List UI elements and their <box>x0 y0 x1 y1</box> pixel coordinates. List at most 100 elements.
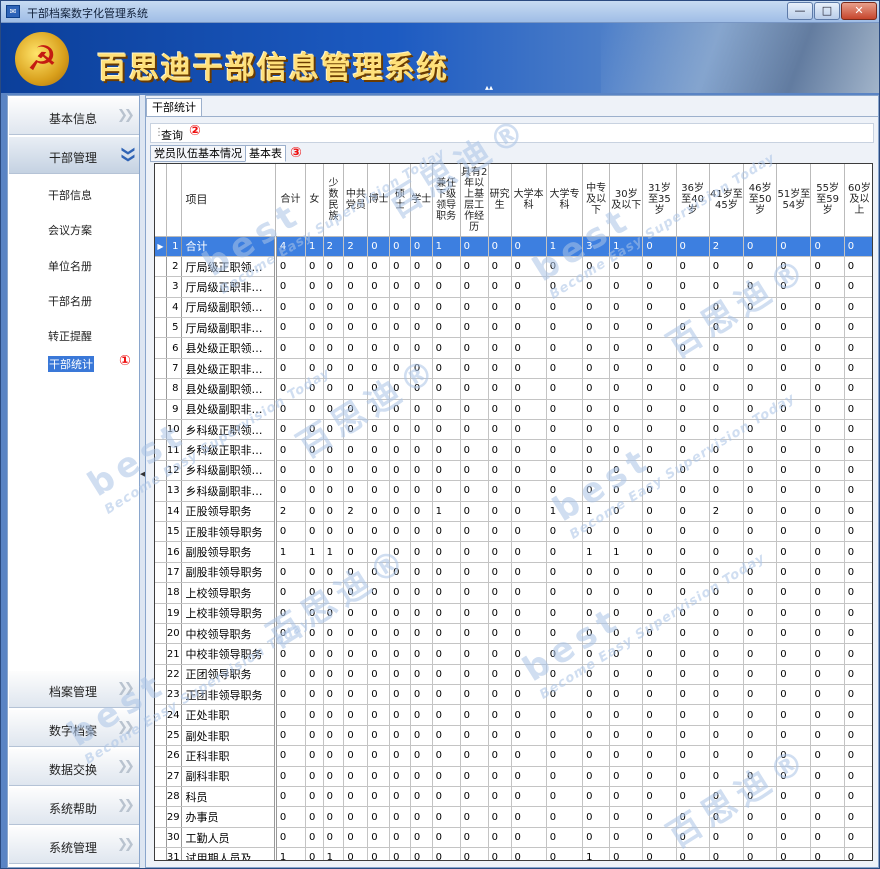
grid-cell[interactable]: 0 <box>273 745 307 767</box>
grid-cell[interactable]: 0 <box>432 603 461 624</box>
grid-cell[interactable]: 0 <box>709 358 745 380</box>
grid-cell[interactable]: 0 <box>323 317 345 339</box>
grid-cell[interactable]: 0 <box>609 745 644 767</box>
grid-cell[interactable]: 0 <box>343 419 369 441</box>
grid-cell[interactable]: 0 <box>582 480 611 502</box>
grid-cell[interactable]: 0 <box>389 501 411 522</box>
grid-cell[interactable]: 0 <box>609 337 644 359</box>
grid-cell[interactable]: 0 <box>367 521 391 543</box>
grid-cell[interactable]: 0 <box>323 460 345 482</box>
row-indicator[interactable] <box>155 317 167 339</box>
grid-cell[interactable]: 0 <box>432 684 461 706</box>
grid-cell[interactable]: 0 <box>305 501 324 522</box>
grid-cell[interactable]: 0 <box>323 623 345 645</box>
grid-cell[interactable]: 0 <box>743 460 778 482</box>
grid-cell[interactable]: 0 <box>488 480 512 502</box>
grid-cell[interactable]: 0 <box>432 582 461 604</box>
grid-cell[interactable]: 0 <box>323 297 345 319</box>
grid-cell[interactable]: 0 <box>844 317 872 339</box>
grid-cell[interactable]: 0 <box>511 603 547 624</box>
grid-cell[interactable]: 0 <box>343 378 369 400</box>
grid-cell[interactable]: 0 <box>676 704 710 726</box>
grid-cell[interactable]: 0 <box>642 725 677 747</box>
grid-cell[interactable]: 0 <box>642 766 677 788</box>
grid-cell[interactable]: 0 <box>546 766 584 788</box>
grid-cell[interactable]: 0 <box>642 399 677 421</box>
grid-cell[interactable]: 0 <box>273 378 307 400</box>
grid-cell[interactable]: 0 <box>410 603 433 624</box>
row-item-name[interactable]: 乡科级副职领… <box>181 460 276 482</box>
row-item-name[interactable]: 中校领导职务 <box>181 623 276 645</box>
grid-cell[interactable]: 0 <box>582 827 611 849</box>
grid-cell[interactable]: 0 <box>810 827 845 849</box>
grid-cell[interactable]: 0 <box>323 358 345 380</box>
row-item-name[interactable]: 副股领导职务 <box>181 541 276 563</box>
row-indicator[interactable] <box>155 378 167 400</box>
grid-cell[interactable]: 0 <box>776 256 812 278</box>
grid-cell[interactable]: 0 <box>709 786 745 808</box>
grid-cell[interactable]: 0 <box>709 684 745 706</box>
grid-cell[interactable]: 0 <box>582 786 611 808</box>
grid-cell[interactable]: 0 <box>642 297 677 319</box>
grid-cell[interactable]: 0 <box>642 419 677 441</box>
grid-cell[interactable]: 0 <box>582 562 611 584</box>
grid-cell[interactable]: 0 <box>709 297 745 319</box>
grid-cell[interactable]: 4 <box>273 236 307 257</box>
grid-cell[interactable]: 0 <box>367 399 391 421</box>
grid-cell[interactable]: 0 <box>743 725 778 747</box>
grid-cell[interactable]: 0 <box>343 541 369 563</box>
grid-cell[interactable]: 0 <box>776 358 812 380</box>
grid-cell[interactable]: 0 <box>546 317 584 339</box>
grid-cell[interactable]: 0 <box>546 378 584 400</box>
grid-cell[interactable]: 0 <box>511 236 547 257</box>
grid-cell[interactable]: 0 <box>776 603 812 624</box>
row-indicator[interactable] <box>155 766 167 788</box>
grid-cell[interactable]: 0 <box>273 704 307 726</box>
grid-cell[interactable]: 0 <box>546 847 584 860</box>
grid-cell[interactable]: 0 <box>460 439 489 461</box>
grid-cell[interactable]: 0 <box>432 521 461 543</box>
grid-cell[interactable]: 0 <box>488 541 512 563</box>
grid-cell[interactable]: 0 <box>844 276 872 298</box>
grid-cell[interactable]: 0 <box>432 806 461 828</box>
grid-cell[interactable]: 0 <box>511 317 547 339</box>
grid-cell[interactable]: 0 <box>546 562 584 584</box>
grid-cell[interactable]: 0 <box>343 725 369 747</box>
grid-cell[interactable]: 0 <box>511 623 547 645</box>
grid-cell[interactable]: 0 <box>642 847 677 860</box>
grid-cell[interactable]: 0 <box>546 745 584 767</box>
grid-cell[interactable]: 0 <box>582 664 611 686</box>
grid-cell[interactable]: 0 <box>273 643 307 665</box>
minimize-button[interactable]: — <box>787 2 813 20</box>
grid-cell[interactable]: 0 <box>810 236 845 257</box>
grid-cell[interactable]: 0 <box>343 664 369 686</box>
grid-cell[interactable]: 0 <box>389 745 411 767</box>
grid-cell[interactable]: 0 <box>810 317 845 339</box>
grid-cell[interactable]: 0 <box>709 582 745 604</box>
grid-cell[interactable]: 0 <box>273 480 307 502</box>
grid-cell[interactable]: 0 <box>460 521 489 543</box>
table-row[interactable]: 16 副股领导职务 1 1 1 0 0 0 0 0 0 0 0 0 1 1 0 0 0 0 0 0 0 <box>155 541 872 563</box>
grid-cell[interactable]: 0 <box>642 623 677 645</box>
column-header[interactable]: 研究生 <box>488 164 512 237</box>
grid-cell[interactable]: 0 <box>389 541 411 563</box>
grid-cell[interactable]: 0 <box>810 297 845 319</box>
grid-cell[interactable]: 0 <box>609 378 644 400</box>
grid-cell[interactable]: 0 <box>743 786 778 808</box>
grid-cell[interactable]: 0 <box>460 766 489 788</box>
grid-cell[interactable]: 0 <box>844 521 872 543</box>
row-item-name[interactable]: 副处非职 <box>181 725 276 747</box>
grid-cell[interactable]: 0 <box>273 460 307 482</box>
row-indicator[interactable] <box>155 582 167 604</box>
grid-cell[interactable]: 0 <box>743 501 778 522</box>
grid-cell[interactable]: 2 <box>323 236 345 257</box>
table-row[interactable]: 15 正股非领导职务 0 0 0 0 0 0 0 0 0 0 0 0 0 0 0 0 0 0 0 0 0 <box>155 521 872 543</box>
grid-cell[interactable]: 0 <box>460 480 489 502</box>
grid-cell[interactable]: 0 <box>709 541 745 563</box>
grid-cell[interactable]: 0 <box>460 806 489 828</box>
grid-cell[interactable]: 0 <box>642 358 677 380</box>
grid-cell[interactable]: 0 <box>305 745 324 767</box>
grid-cell[interactable]: 0 <box>844 501 872 522</box>
grid-cell[interactable]: 0 <box>844 562 872 584</box>
grid-cell[interactable]: 0 <box>776 419 812 441</box>
